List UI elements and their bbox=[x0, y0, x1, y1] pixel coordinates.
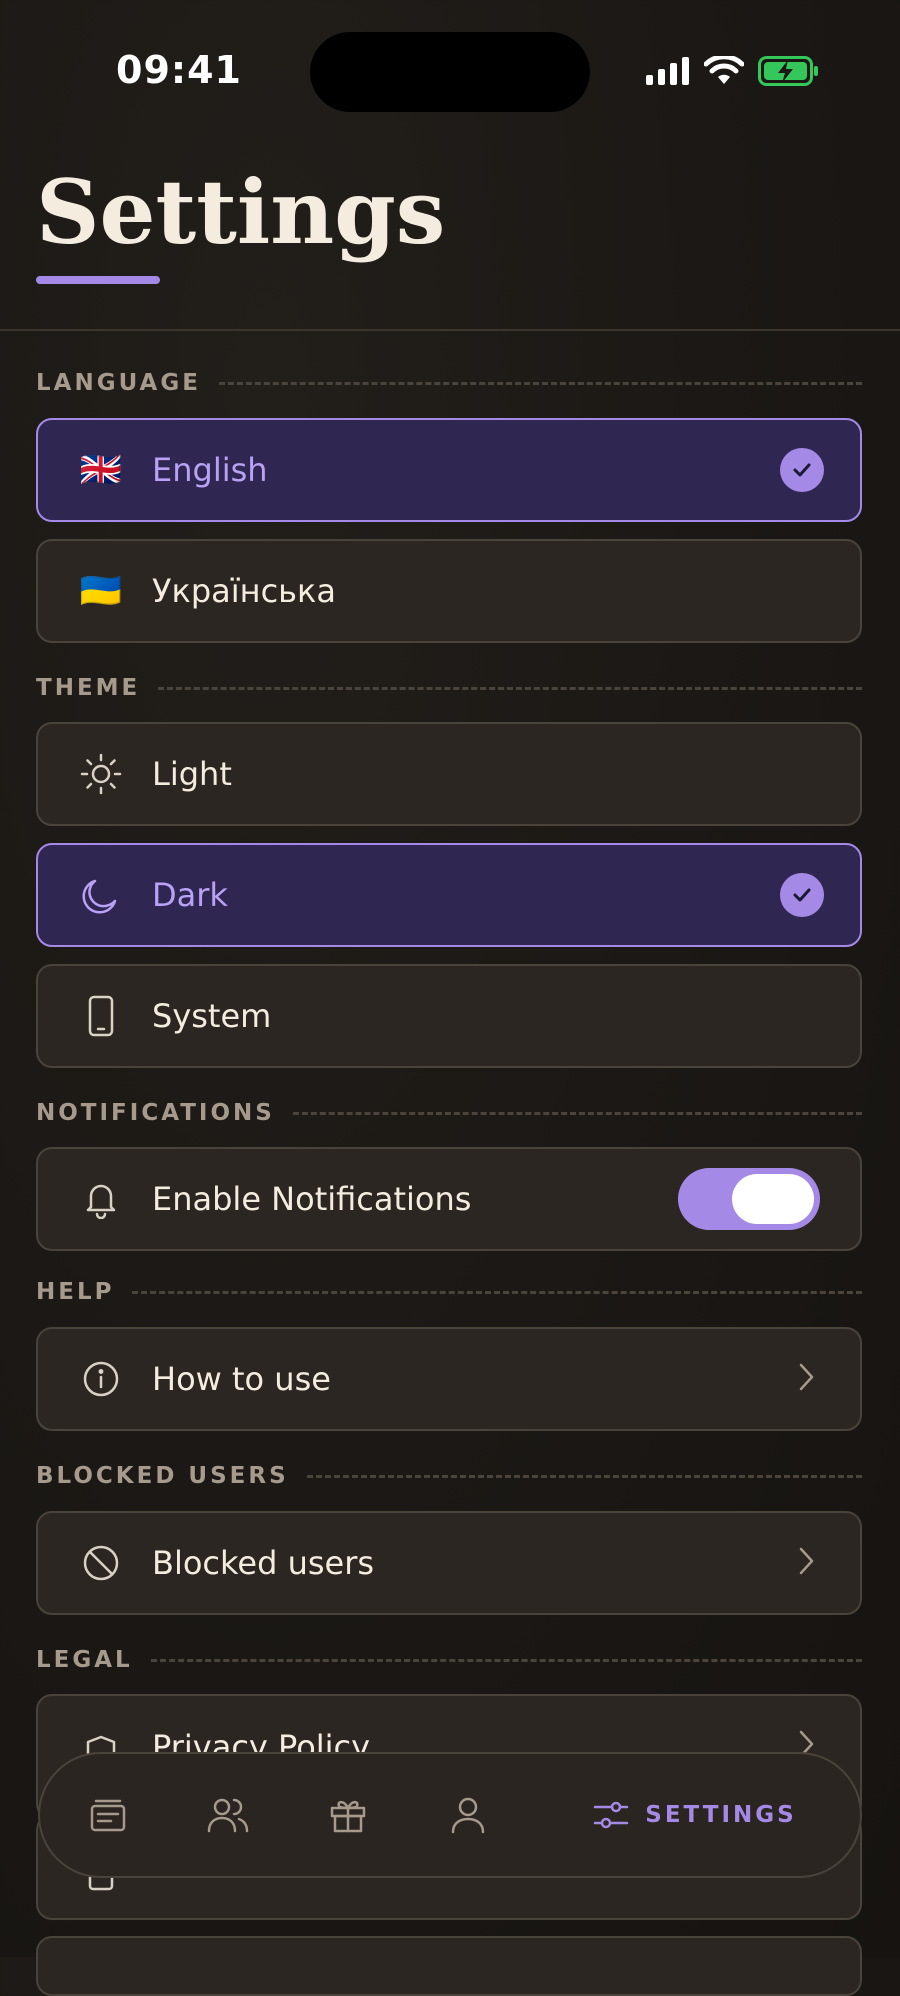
section-blocked-users: BLOCKED USERS bbox=[36, 1463, 862, 1489]
blocked-users-label: Blocked users bbox=[152, 1544, 375, 1582]
check-icon bbox=[780, 448, 824, 492]
section-legal: LEGAL bbox=[36, 1647, 862, 1673]
option-label: System bbox=[152, 997, 272, 1035]
dynamic-island bbox=[310, 32, 590, 112]
theme-option-dark[interactable]: Dark bbox=[36, 843, 862, 947]
theme-option-system[interactable]: System bbox=[36, 964, 862, 1068]
theme-option-light[interactable]: Light bbox=[36, 722, 862, 826]
section-title: HELP bbox=[36, 1279, 115, 1305]
toggle-knob bbox=[732, 1174, 814, 1224]
language-option-ukrainian[interactable]: 🇺🇦 Українська bbox=[36, 539, 862, 643]
option-label: English bbox=[152, 451, 268, 489]
sun-icon bbox=[76, 749, 126, 799]
settings-icon bbox=[594, 1801, 629, 1829]
status-bar: 09:41 bbox=[0, 0, 900, 150]
header-divider bbox=[0, 329, 900, 331]
friends-icon bbox=[207, 1798, 249, 1833]
title-underline bbox=[36, 276, 160, 284]
option-label: Dark bbox=[152, 876, 228, 914]
notifications-label: Enable Notifications bbox=[152, 1180, 472, 1218]
tab-bar: SETTINGS bbox=[38, 1752, 862, 1878]
profile-icon bbox=[451, 1797, 485, 1834]
wifi-icon bbox=[704, 56, 744, 84]
block-icon bbox=[76, 1538, 126, 1588]
tab-settings-label: SETTINGS bbox=[645, 1802, 797, 1828]
how-to-use-label: How to use bbox=[152, 1360, 331, 1398]
section-title: LEGAL bbox=[36, 1647, 133, 1673]
legal-row-3[interactable] bbox=[36, 1936, 862, 1996]
tab-gifts[interactable] bbox=[288, 1794, 408, 1836]
flag-uk-icon: 🇬🇧 bbox=[79, 450, 123, 490]
notifications-toggle[interactable] bbox=[678, 1168, 820, 1230]
section-help: HELP bbox=[36, 1279, 862, 1305]
tab-feed[interactable] bbox=[48, 1794, 168, 1836]
tab-settings[interactable]: SETTINGS bbox=[528, 1795, 860, 1835]
check-icon bbox=[780, 873, 824, 917]
bell-icon bbox=[76, 1174, 126, 1224]
blocked-users-row[interactable]: Blocked users bbox=[36, 1511, 862, 1615]
section-language: LANGUAGE bbox=[36, 370, 862, 396]
status-time: 09:41 bbox=[116, 48, 242, 92]
status-icons bbox=[646, 56, 820, 86]
chevron-right-icon bbox=[796, 1361, 816, 1397]
gift-icon bbox=[330, 1800, 366, 1833]
page-title: Settings bbox=[36, 160, 446, 264]
signal-icon bbox=[646, 57, 689, 85]
section-title: THEME bbox=[36, 675, 141, 701]
notifications-row: Enable Notifications bbox=[36, 1147, 862, 1251]
how-to-use-row[interactable]: How to use bbox=[36, 1327, 862, 1431]
feed-icon bbox=[90, 1799, 126, 1832]
section-title: LANGUAGE bbox=[36, 370, 201, 396]
flag-ukraine-icon: 🇺🇦 bbox=[79, 571, 123, 611]
language-option-english[interactable]: 🇬🇧 English bbox=[36, 418, 862, 522]
section-title: BLOCKED USERS bbox=[36, 1463, 289, 1489]
chevron-right-icon bbox=[796, 1545, 816, 1581]
phone-icon bbox=[76, 991, 126, 1041]
info-icon bbox=[76, 1354, 126, 1404]
section-theme: THEME bbox=[36, 675, 862, 701]
section-notifications: NOTIFICATIONS bbox=[36, 1100, 862, 1126]
section-title: NOTIFICATIONS bbox=[36, 1100, 275, 1126]
tab-friends[interactable] bbox=[168, 1794, 288, 1836]
option-label: Українська bbox=[152, 572, 336, 610]
option-label: Light bbox=[152, 755, 232, 793]
tab-profile[interactable] bbox=[408, 1794, 528, 1836]
battery-charging-icon bbox=[758, 56, 818, 86]
moon-icon bbox=[76, 870, 126, 920]
